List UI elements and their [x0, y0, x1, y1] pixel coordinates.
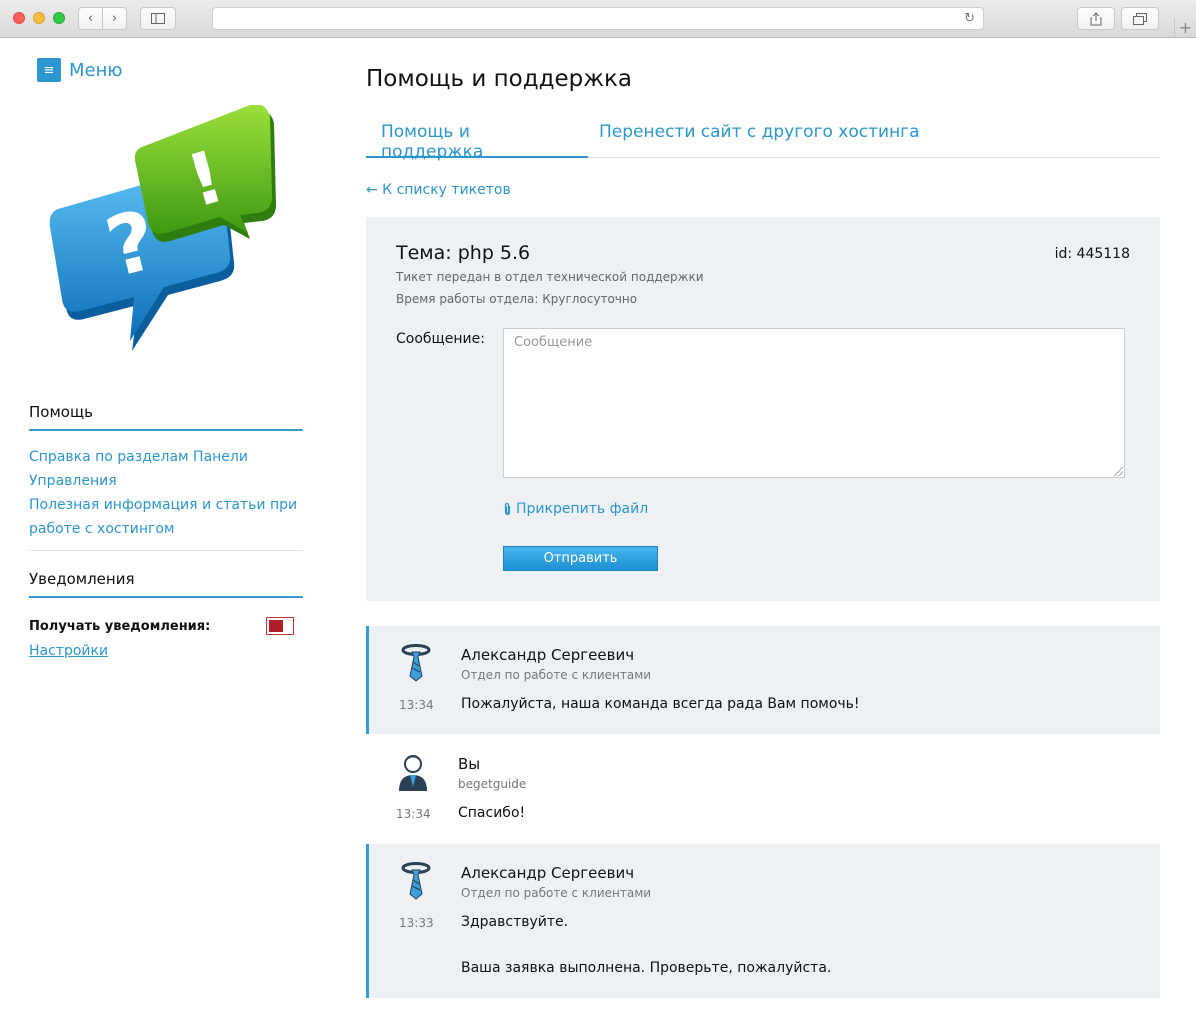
message-author: Вы [458, 755, 481, 773]
notifications-heading: Уведомления [29, 570, 135, 588]
panel-help-link[interactable]: Справка по разделам Панели Управления [29, 445, 303, 493]
message-time: 13:34 [399, 698, 434, 712]
message-time: 13:33 [399, 916, 434, 930]
support-agent-tie-icon [401, 644, 431, 682]
tabs-icon [1133, 12, 1147, 25]
share-button[interactable] [1077, 7, 1115, 30]
sidebar-toggle-button[interactable] [140, 7, 176, 30]
tab-site-transfer[interactable]: Перенести сайт с другого хостинга [584, 118, 935, 158]
message-text: Пожалуйста, наша команда всегда рада Вам… [461, 696, 860, 712]
menu-label: Меню [69, 59, 123, 81]
paperclip-icon [504, 502, 511, 516]
message-item: Вы begetguide 13:34 Спасибо! [366, 735, 1160, 843]
notifications-toggle[interactable] [266, 617, 294, 635]
back-button[interactable]: ‹ [78, 7, 103, 30]
tab-bar: Помощь и поддержка Перенести сайт с друг… [366, 118, 1160, 162]
message-author: Александр Сергеевич [461, 646, 635, 664]
address-bar[interactable]: ↻ [212, 7, 984, 30]
message-item: Александр Сергеевич Отдел по работе с кл… [366, 626, 1160, 734]
chevron-left-icon: ‹ [87, 11, 94, 26]
share-icon [1090, 11, 1102, 25]
message-time: 13:34 [396, 807, 431, 821]
sidebar-divider [29, 550, 303, 551]
chevron-right-icon: › [111, 11, 118, 26]
help-heading: Помощь [29, 403, 93, 421]
new-tab-button[interactable]: + [1174, 18, 1196, 38]
sidebar-icon [151, 13, 165, 24]
close-window-button[interactable] [13, 12, 25, 24]
help-links: Справка по разделам Панели Управления По… [29, 445, 303, 541]
ticket-hours: Время работы отдела: Круглосуточно [396, 292, 638, 306]
browser-toolbar: ‹ › ↻ + [0, 0, 1196, 38]
message-author-login: begetguide [458, 777, 527, 791]
message-author: Александр Сергеевич [461, 864, 635, 882]
tab-help-support[interactable]: Помощь и поддержка [366, 118, 588, 162]
ticket-subject: Тема: php 5.6 [396, 242, 531, 264]
support-agent-tie-icon [401, 862, 431, 900]
notifications-row: Получать уведомления: [29, 617, 294, 635]
ticket-status: Тикет передан в отдел технической поддер… [396, 270, 704, 284]
page-title: Помощь и поддержка [366, 66, 632, 92]
ticket-panel: Тема: php 5.6 id: 445118 Тикет передан в… [366, 217, 1160, 601]
settings-link[interactable]: Настройки [29, 643, 108, 659]
message-text: Здравствуйте. [461, 914, 569, 930]
attach-file-link[interactable]: Прикрепить файл [503, 501, 648, 517]
message-author-dept: Отдел по работе с клиентами [461, 886, 652, 900]
message-author-dept: Отдел по работе с клиентами [461, 668, 652, 682]
tabs-overview-button[interactable] [1121, 7, 1159, 30]
message-item: Александр Сергеевич Отдел по работе с кл… [366, 844, 1160, 998]
hosting-articles-link[interactable]: Полезная информация и статьи при работе … [29, 493, 303, 541]
menu-button[interactable]: ≡ Меню [37, 58, 123, 82]
reload-icon[interactable]: ↻ [964, 11, 975, 26]
back-to-tickets-link[interactable]: ← К списку тикетов [366, 182, 511, 198]
ticket-id: id: 445118 [1054, 246, 1130, 262]
help-bubbles-illustration: ? ! [49, 105, 276, 351]
resize-handle[interactable] [1114, 467, 1123, 476]
attach-file-label: Прикрепить файл [516, 501, 649, 517]
notifications-underline [29, 596, 303, 598]
plus-icon: + [1178, 18, 1193, 37]
forward-button[interactable]: › [102, 7, 127, 30]
user-avatar-icon [399, 755, 427, 791]
message-label: Сообщение: [396, 331, 485, 347]
message-text: Спасибо! [458, 805, 526, 821]
receive-notifications-label: Получать уведомления: [29, 618, 211, 634]
zoom-window-button[interactable] [53, 12, 65, 24]
help-underline [29, 429, 303, 431]
minimize-window-button[interactable] [33, 12, 45, 24]
send-button[interactable]: Отправить [503, 546, 658, 571]
message-text: Ваша заявка выполнена. Проверьте, пожалу… [461, 960, 832, 976]
hamburger-icon: ≡ [37, 58, 61, 82]
message-input[interactable] [503, 328, 1125, 478]
